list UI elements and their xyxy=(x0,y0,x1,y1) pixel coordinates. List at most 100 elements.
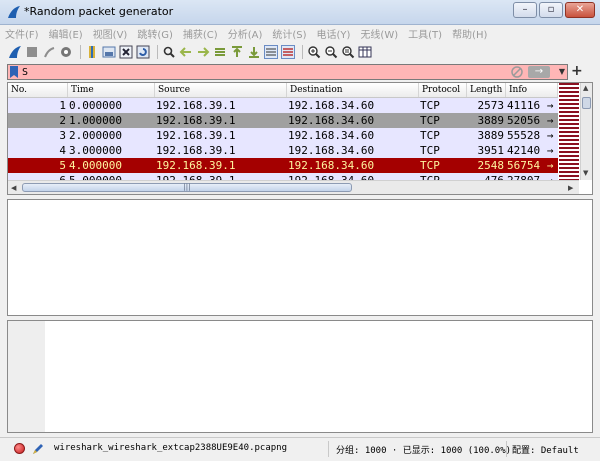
packet-no: 1 xyxy=(59,99,66,112)
display-filter-bar: → ▼ xyxy=(7,64,568,80)
packet-info: 42140 → 5 xyxy=(507,144,558,157)
autoscroll-icon[interactable] xyxy=(264,45,278,59)
column-header-info[interactable]: Info xyxy=(506,83,558,97)
packet-bytes-pane[interactable] xyxy=(7,320,593,433)
profile-indicator[interactable]: 配置: Default xyxy=(512,443,579,456)
column-header-destination[interactable]: Destination xyxy=(287,83,419,97)
packet-protocol: TCP xyxy=(420,114,440,127)
packet-protocol: TCP xyxy=(420,129,440,142)
menu-capture[interactable]: 捕获(C) xyxy=(178,26,223,41)
packet-time: 3.000000 xyxy=(69,144,122,157)
packet-length: 2548 xyxy=(477,159,505,172)
save-file-icon[interactable] xyxy=(102,45,116,59)
packet-source: 192.168.39.1 xyxy=(156,159,236,172)
column-header-no[interactable]: No. xyxy=(8,83,68,97)
packet-minimap[interactable] xyxy=(559,83,579,180)
menu-bar: 文件(F) 编辑(E) 视图(V) 跳转(G) 捕获(C) 分析(A) 统计(S… xyxy=(0,25,600,42)
colorize-icon[interactable] xyxy=(281,45,295,59)
vertical-scroll-thumb[interactable] xyxy=(582,97,591,109)
capture-file-name: wireshark_wireshark_extcap2388UE9E40.pca… xyxy=(54,443,287,453)
scroll-down-icon[interactable]: ▼ xyxy=(583,169,588,177)
toolbar-separator xyxy=(80,45,81,59)
display-filter-input[interactable] xyxy=(22,65,502,79)
packet-protocol: TCP xyxy=(420,159,440,172)
scroll-right-icon[interactable]: ▶ xyxy=(568,184,573,192)
packet-row[interactable]: 1 0.000000 192.168.39.1 192.168.34.60 TCP 257… xyxy=(8,98,558,113)
menu-wireless[interactable]: 无线(W) xyxy=(355,26,403,41)
go-first-icon[interactable] xyxy=(230,45,244,59)
wireshark-fin-icon xyxy=(8,6,20,18)
close-file-icon[interactable] xyxy=(119,45,133,59)
vertical-scrollbar[interactable]: ▲ ▼ xyxy=(580,83,592,180)
packet-info: 55528 → 2 xyxy=(507,129,558,142)
menu-go[interactable]: 跳转(G) xyxy=(132,26,178,41)
menu-edit[interactable]: 编辑(E) xyxy=(44,26,88,41)
options-gear-icon[interactable] xyxy=(59,45,73,59)
packet-destination: 192.168.34.60 xyxy=(288,114,375,127)
go-last-icon[interactable] xyxy=(247,45,261,59)
zoom-out-icon[interactable] xyxy=(324,45,338,59)
go-back-icon[interactable] xyxy=(179,45,193,59)
packet-row[interactable]: 5 4.000000 192.168.39.1 192.168.34.60 TCP 254… xyxy=(8,158,558,173)
packet-no: 4 xyxy=(59,144,66,157)
menu-tools[interactable]: 工具(T) xyxy=(403,26,447,41)
packet-source: 192.168.39.1 xyxy=(156,99,236,112)
status-separator xyxy=(506,441,507,457)
scroll-left-icon[interactable]: ◀ xyxy=(11,184,16,192)
toolbar-separator xyxy=(157,45,158,59)
go-forward-icon[interactable] xyxy=(196,45,210,59)
minimize-button[interactable]: – xyxy=(513,2,537,18)
maximize-button[interactable]: ▫ xyxy=(539,2,563,18)
zoom-in-icon[interactable] xyxy=(307,45,321,59)
menu-help[interactable]: 帮助(H) xyxy=(447,26,492,41)
packet-no: 3 xyxy=(59,129,66,142)
go-to-packet-icon[interactable] xyxy=(213,45,227,59)
packet-protocol: TCP xyxy=(420,99,440,112)
packet-details-pane[interactable] xyxy=(7,199,593,316)
packet-info: 56754 → 4 xyxy=(507,159,558,172)
menu-view[interactable]: 视图(V) xyxy=(88,26,133,41)
packet-list-header: No. Time Source Destination Protocol Len… xyxy=(8,83,558,98)
open-file-icon[interactable] xyxy=(85,45,99,59)
horizontal-scrollbar[interactable]: ◀ ||| ▶ xyxy=(8,180,579,194)
packet-row[interactable]: 2 1.000000 192.168.39.1 192.168.34.60 TCP 388… xyxy=(8,113,558,128)
packet-destination: 192.168.34.60 xyxy=(288,99,375,112)
zoom-normal-icon[interactable] xyxy=(341,45,355,59)
packet-info: 41116 → 4 xyxy=(507,99,558,112)
bytes-offset-gutter xyxy=(8,321,45,432)
expert-info-icon[interactable] xyxy=(14,443,25,454)
column-header-time[interactable]: Time xyxy=(68,83,155,97)
status-separator xyxy=(328,441,329,457)
reload-icon[interactable] xyxy=(136,45,150,59)
resize-columns-icon[interactable] xyxy=(358,45,372,59)
menu-analyze[interactable]: 分析(A) xyxy=(223,26,268,41)
horizontal-scroll-thumb[interactable]: ||| xyxy=(22,183,352,192)
status-bar: wireshark_wireshark_extcap2388UE9E40.pca… xyxy=(0,437,600,461)
shark-fin-start-icon[interactable] xyxy=(8,45,22,59)
packet-source: 192.168.39.1 xyxy=(156,144,236,157)
find-icon[interactable] xyxy=(162,45,176,59)
close-button[interactable]: ✕ xyxy=(565,2,595,18)
edit-comment-icon[interactable] xyxy=(31,442,45,456)
packet-time: 1.000000 xyxy=(69,114,122,127)
column-header-length[interactable]: Length xyxy=(467,83,506,97)
menu-file[interactable]: 文件(F) xyxy=(0,26,44,41)
column-header-source[interactable]: Source xyxy=(155,83,287,97)
menu-statistics[interactable]: 统计(S) xyxy=(267,26,311,41)
bookmark-icon[interactable] xyxy=(9,66,19,78)
packet-row[interactable]: 4 3.000000 192.168.39.1 192.168.34.60 TCP 395… xyxy=(8,143,558,158)
packet-source: 192.168.39.1 xyxy=(156,114,236,127)
restart-icon[interactable] xyxy=(42,45,56,59)
clear-filter-icon[interactable] xyxy=(511,66,523,78)
menu-telephony[interactable]: 电话(Y) xyxy=(312,26,356,41)
stop-icon[interactable] xyxy=(25,45,39,59)
main-toolbar xyxy=(0,42,600,62)
add-filter-button[interactable]: + xyxy=(571,63,583,79)
apply-filter-button[interactable]: → xyxy=(528,66,550,78)
packet-row[interactable]: 3 2.000000 192.168.39.1 192.168.34.60 TCP 388… xyxy=(8,128,558,143)
column-header-protocol[interactable]: Protocol xyxy=(419,83,467,97)
window-title: *Random packet generator xyxy=(24,5,174,18)
title-bar: *Random packet generator – ▫ ✕ xyxy=(0,0,600,25)
scroll-up-icon[interactable]: ▲ xyxy=(583,84,588,92)
chevron-down-icon[interactable]: ▼ xyxy=(557,66,567,78)
